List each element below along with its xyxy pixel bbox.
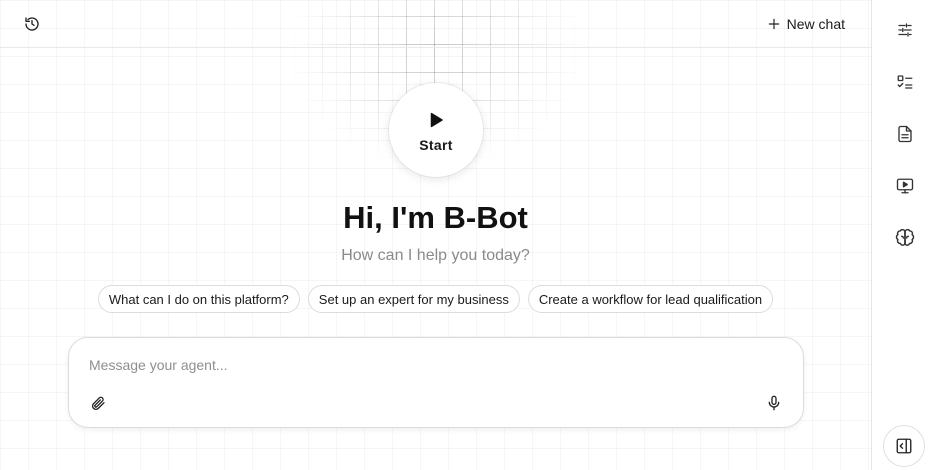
video-icon: [896, 177, 914, 195]
suggestion-chip[interactable]: Create a workflow for lead qualification: [527, 285, 774, 313]
history-button[interactable]: [20, 12, 44, 36]
document-icon: [896, 125, 914, 143]
memory-button[interactable]: [893, 226, 917, 250]
message-composer: [68, 337, 804, 428]
documents-button[interactable]: [893, 122, 917, 146]
tasks-button[interactable]: [893, 70, 917, 94]
suggestion-chip[interactable]: Set up an expert for my business: [307, 285, 520, 313]
media-button[interactable]: [893, 174, 917, 198]
new-chat-button[interactable]: New chat: [767, 13, 845, 35]
panel-collapse-icon: [895, 437, 913, 455]
start-label: Start: [419, 137, 453, 153]
page-title: Hi, I'm B-Bot: [343, 200, 528, 235]
start-button[interactable]: Start: [389, 83, 483, 177]
checklist-icon: [896, 73, 914, 91]
message-input[interactable]: [89, 354, 779, 376]
top-bar: New chat: [0, 0, 871, 48]
microphone-button[interactable]: [763, 392, 785, 414]
app-window: New chat Start Hi, I'm B-Bot How can I h…: [0, 0, 936, 470]
collapse-panel-button[interactable]: [883, 425, 925, 467]
paperclip-icon: [90, 395, 106, 411]
new-chat-label: New chat: [786, 16, 845, 32]
page-subtitle: How can I help you today?: [341, 247, 530, 264]
microphone-icon: [766, 395, 782, 411]
attach-button[interactable]: [87, 392, 109, 414]
settings-sliders-button[interactable]: [893, 18, 917, 42]
right-sidebar: [871, 0, 936, 470]
play-icon: [427, 111, 445, 129]
suggestion-chips: What can I do on this platform? Set up a…: [0, 285, 871, 313]
suggestion-chip[interactable]: What can I do on this platform?: [97, 285, 300, 313]
plus-icon: [767, 17, 781, 31]
chat-main: New chat Start Hi, I'm B-Bot How can I h…: [0, 0, 871, 470]
brain-icon: [895, 228, 915, 248]
history-icon: [24, 16, 40, 32]
sliders-icon: [896, 21, 914, 39]
